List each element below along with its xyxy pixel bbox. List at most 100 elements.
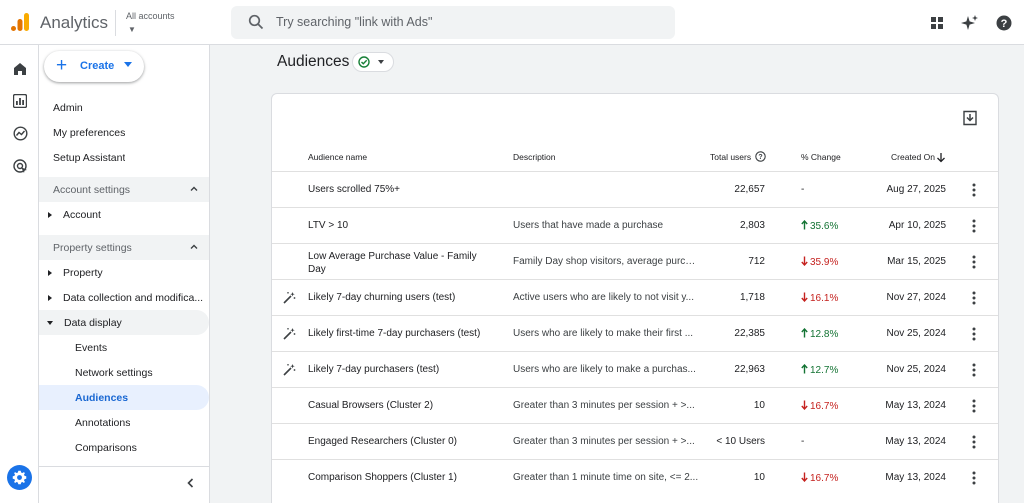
more-vert-icon[interactable] <box>969 291 979 305</box>
audience-name[interactable]: Likely first-time 7-day purchasers (test… <box>308 328 480 339</box>
percent-change: 12.8% <box>801 327 839 340</box>
audience-name[interactable]: LTV > 10 <box>308 220 348 231</box>
reports-icon[interactable] <box>11 92 29 110</box>
table-row[interactable]: Likely 7-day churning users (test) Active… <box>272 279 998 315</box>
audience-description: Greater than 1 minute time on site, <= 2… <box>513 472 699 483</box>
arrow-down-icon <box>801 400 808 411</box>
home-icon[interactable] <box>11 60 29 78</box>
apps-grid-icon[interactable] <box>928 14 946 32</box>
nav-item-my-preferences[interactable]: My preferences <box>39 120 209 145</box>
top-bar: Analytics All accounts ▼ ? <box>0 0 1024 45</box>
table-row[interactable]: LTV > 10 Users that have made a purchase 2… <box>272 207 998 243</box>
more-vert-icon[interactable] <box>969 183 979 197</box>
create-button[interactable]: + Create <box>44 51 144 82</box>
more-vert-icon[interactable] <box>969 399 979 413</box>
created-on-date: May 13, 2024 <box>885 472 946 483</box>
plus-icon: + <box>56 55 68 76</box>
nav-item-admin[interactable]: Admin <box>39 95 209 120</box>
audience-name-line2[interactable]: Day <box>308 264 326 275</box>
nav-item-comparisons[interactable]: Comparisons <box>39 435 209 460</box>
more-vert-icon[interactable] <box>969 435 979 449</box>
table-row[interactable]: Casual Browsers (Cluster 2) Greater than … <box>272 387 998 423</box>
total-users-value: 10 <box>753 400 765 411</box>
nav-item-label: Events <box>75 341 108 354</box>
audience-name[interactable]: Likely 7-day purchasers (test) <box>308 364 439 375</box>
sort-arrow-down-icon[interactable] <box>936 152 946 163</box>
percent-change-value: 16.7% <box>810 473 839 484</box>
table-row[interactable]: Comparison Shoppers (Cluster 1) Greater t… <box>272 459 998 495</box>
header-divider <box>115 10 116 36</box>
table-row[interactable]: Likely first-time 7-day purchasers (test… <box>272 315 998 351</box>
percent-change-value: - <box>801 184 805 195</box>
admin-gear-icon[interactable] <box>7 465 32 490</box>
audience-name[interactable]: Low Average Purchase Value - Family <box>308 251 477 262</box>
total-users-value: 22,657 <box>734 184 765 195</box>
account-selector-caret-icon[interactable]: ▼ <box>128 25 136 34</box>
table-row[interactable]: Users scrolled 75%+ 22,657 - Aug 27, 2025 <box>272 171 998 207</box>
column-header-change[interactable]: % Change <box>801 152 841 162</box>
analytics-logo-icon[interactable] <box>9 12 31 32</box>
nav-item-network-settings[interactable]: Network settings <box>39 360 209 385</box>
audience-name[interactable]: Likely 7-day churning users (test) <box>308 292 455 303</box>
expand-arrow-icon <box>48 294 52 301</box>
more-vert-icon[interactable] <box>969 219 979 233</box>
audience-name[interactable]: Comparison Shoppers (Cluster 1) <box>308 472 457 483</box>
nav-item-audiences[interactable]: Audiences <box>39 385 209 410</box>
audience-description: Users who are likely to make their first… <box>513 328 694 339</box>
app-title: Analytics <box>40 13 109 32</box>
audience-description: Greater than 3 minutes per session + >..… <box>513 400 695 411</box>
created-on-date: Nov 25, 2024 <box>886 364 947 375</box>
nav-divider <box>39 466 209 467</box>
column-header-created-on[interactable]: Created On <box>891 152 935 162</box>
audience-name[interactable]: Engaged Researchers (Cluster 0) <box>308 436 457 447</box>
chevron-up-icon <box>190 186 198 191</box>
audience-description: Family Day shop visitors, average purch.… <box>513 256 699 267</box>
audience-name[interactable]: Users scrolled 75%+ <box>308 184 400 195</box>
sparkle-icon[interactable] <box>961 14 979 32</box>
more-vert-icon[interactable] <box>969 255 979 269</box>
nav-item-setup-assistant[interactable]: Setup Assistant <box>39 145 209 170</box>
more-vert-icon[interactable] <box>969 363 979 377</box>
arrow-down-icon <box>801 472 808 483</box>
help-icon[interactable]: ? <box>995 14 1013 32</box>
expand-arrow-icon <box>48 211 52 218</box>
left-rail <box>0 45 39 503</box>
nav-item-property[interactable]: Property <box>39 260 209 285</box>
percent-change: 16.7% <box>801 400 838 412</box>
nav-item-annotations[interactable]: Annotations <box>39 410 209 435</box>
nav-item-data-collection[interactable]: Data collection and modifica... <box>39 285 209 310</box>
advertising-icon[interactable] <box>11 157 29 175</box>
search-input[interactable] <box>276 12 656 32</box>
column-header-name[interactable]: Audience name <box>308 152 367 162</box>
magic-wand-icon <box>283 328 296 340</box>
percent-change-value: 12.8% <box>810 329 839 340</box>
total-users-value: 2,803 <box>739 220 765 231</box>
nav-item-label: Data display <box>64 316 122 329</box>
search-bar[interactable] <box>231 6 675 39</box>
nav-item-account[interactable]: Account <box>39 202 209 227</box>
more-vert-icon[interactable] <box>969 471 979 485</box>
more-vert-icon[interactable] <box>969 327 979 341</box>
section-label: Account settings <box>53 183 131 196</box>
audience-name[interactable]: Casual Browsers (Cluster 2) <box>308 400 433 411</box>
percent-change-value: 16.1% <box>810 293 839 304</box>
table-row[interactable]: Engaged Researchers (Cluster 0) Greater t… <box>272 423 998 459</box>
account-settings-section[interactable]: Account settings <box>39 177 209 202</box>
property-settings-section[interactable]: Property settings <box>39 235 209 260</box>
total-users-value: 22,385 <box>734 328 765 339</box>
column-header-description[interactable]: Description <box>513 152 556 162</box>
column-header-total-users[interactable]: Total users <box>710 152 751 162</box>
download-icon[interactable] <box>962 110 978 126</box>
account-selector-label[interactable]: All accounts <box>126 11 175 21</box>
help-outline-icon[interactable]: ? <box>755 151 766 162</box>
nav-item-data-display[interactable]: Data display <box>39 310 209 335</box>
nav-item-events[interactable]: Events <box>39 335 209 360</box>
nav-item-label: Annotations <box>75 416 131 429</box>
explore-icon[interactable] <box>11 124 29 142</box>
data-quality-dropdown[interactable] <box>352 52 394 72</box>
table-row[interactable]: Low Average Purchase Value - Family Day Fa… <box>272 243 998 279</box>
collapse-nav-chevron-left-icon[interactable] <box>185 477 197 489</box>
nav-item-label: Data collection and modifica... <box>63 291 204 304</box>
table-row[interactable]: Likely 7-day purchasers (test) Users who … <box>272 351 998 387</box>
percent-change: 35.6% <box>801 219 838 232</box>
